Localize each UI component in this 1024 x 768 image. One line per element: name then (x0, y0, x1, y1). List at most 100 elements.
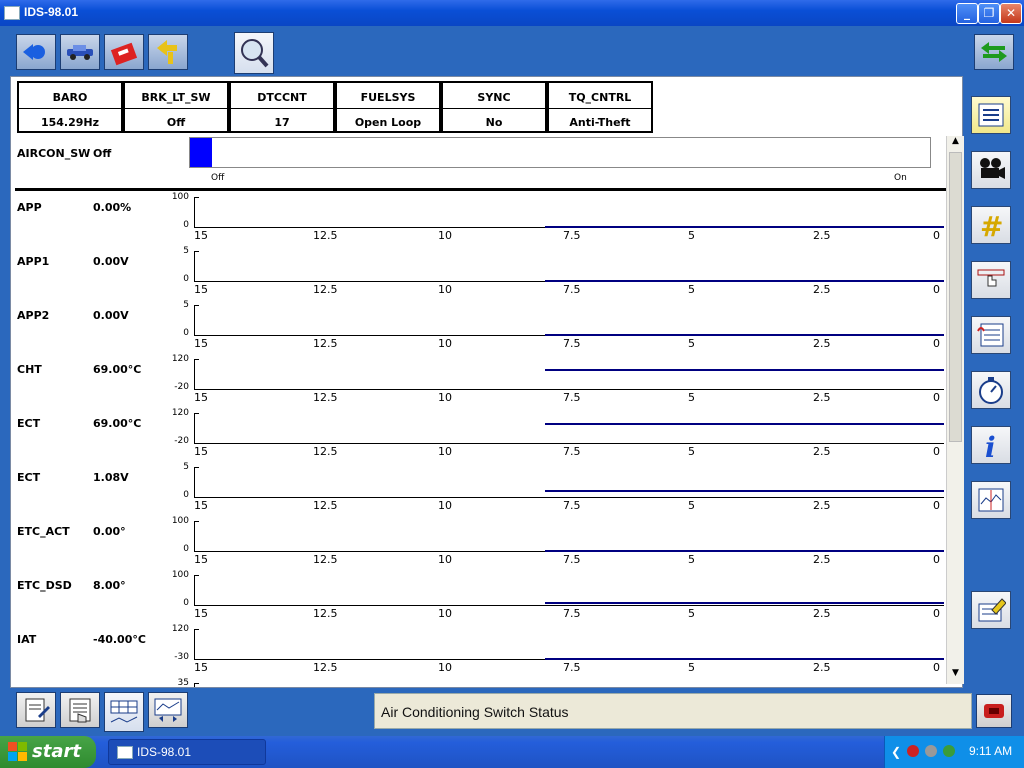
numeric-view-button[interactable]: # (971, 206, 1011, 244)
graph-x-tick-label: 12.5 (313, 445, 338, 458)
taskbar-app-icon (117, 746, 133, 759)
document-button[interactable] (16, 692, 56, 728)
pid-name: BARO (52, 91, 88, 104)
graph-x-tick-label: 0 (933, 499, 940, 512)
graph-trace (545, 658, 944, 660)
report-button[interactable] (971, 316, 1011, 354)
graph-x-tick-label: 0 (933, 283, 940, 296)
stopwatch-icon (979, 377, 1003, 404)
graph-trace (545, 550, 944, 552)
pid-list-button[interactable] (971, 96, 1011, 134)
tray-arrow-icon[interactable]: ❮ (891, 745, 901, 759)
graph-x-tick-label: 15 (194, 445, 208, 458)
graph-x-tick-label: 5 (688, 445, 695, 458)
playback-button[interactable] (148, 692, 188, 728)
graph-x-tick-label: 12.5 (313, 337, 338, 350)
timer-button[interactable] (971, 371, 1011, 409)
start-label: start (32, 741, 81, 762)
graph-x-tick-label: 15 (194, 391, 208, 404)
graph-x-tick-label: 15 (194, 283, 208, 296)
windows-logo-icon (8, 742, 27, 761)
graph-pid-name: ECT (17, 471, 41, 484)
section-divider (15, 188, 947, 191)
graph-x-tick-label: 10 (438, 661, 452, 674)
graph-x-tick-label: 2.5 (813, 337, 831, 350)
svg-text:i: i (985, 431, 996, 460)
tray-icon[interactable] (925, 745, 937, 757)
graph-x-tick-label: 10 (438, 553, 452, 566)
checklist-hand-icon (69, 698, 91, 723)
graph-trace (545, 369, 944, 371)
graph-y-axis (194, 197, 195, 227)
scroll-down-icon[interactable]: ▼ (947, 668, 964, 682)
pid-name: FUELSYS (360, 91, 416, 104)
pid-box-sync[interactable]: SYNC No (441, 81, 547, 133)
pid-box-fuelsys[interactable]: FUELSYS Open Loop (335, 81, 441, 133)
graph-ymin: 0 (183, 328, 189, 338)
back-button[interactable] (16, 34, 56, 70)
report-icon (977, 323, 1004, 347)
graph-x-tick-label: 2.5 (813, 553, 831, 566)
clock: 9:11 AM (969, 744, 1013, 758)
graph-y-tick (194, 683, 199, 684)
taskbar-app-label: IDS-98.01 (137, 745, 192, 759)
aircon-state-track[interactable] (189, 137, 931, 168)
graph-scale-button[interactable] (971, 481, 1011, 519)
record-button[interactable] (971, 151, 1011, 189)
graph-ymax: 120 (171, 354, 189, 364)
toolbox-button[interactable] (104, 34, 144, 70)
graph-x-tick-label: 10 (438, 391, 452, 404)
pid-value: Open Loop (354, 116, 422, 129)
vertical-scrollbar[interactable]: ▲ ▼ (946, 136, 964, 684)
disconnect-button[interactable] (976, 694, 1012, 728)
list-icon (978, 103, 1004, 127)
graph-x-tick-label: 5 (688, 229, 695, 242)
pid-select-button[interactable] (60, 692, 100, 728)
graph-y-axis (194, 413, 195, 443)
graph-x-tick-label: 5 (688, 499, 695, 512)
pid-name: TQ_CNTRL (568, 91, 632, 104)
graph-y-tick (194, 413, 199, 414)
graph-ymax: 5 (183, 300, 189, 310)
graph-view-tab[interactable] (104, 692, 144, 732)
aircon-name: AIRCON_SW (17, 147, 91, 160)
info-button[interactable]: i (971, 426, 1011, 464)
minimize-button[interactable]: _ (956, 3, 978, 24)
scroll-thumb[interactable] (949, 152, 962, 442)
graph-pid-name: ECT (17, 417, 41, 430)
aircon-on-label: On (894, 173, 907, 183)
network-icon[interactable] (943, 745, 955, 757)
erase-button[interactable] (971, 591, 1011, 629)
taskbar-app-button[interactable]: IDS-98.01 (108, 739, 266, 765)
pid-box-dtccnt[interactable]: DTCCNT 17 (229, 81, 335, 133)
navigate-button[interactable] (148, 34, 188, 70)
graph-x-tick-label: 2.5 (813, 283, 831, 296)
data-panel: BARO 154.29Hz BRK_LT_SW Off DTCCNT 17 FUELS… (10, 76, 963, 688)
scroll-up-icon[interactable]: ▲ (947, 136, 964, 150)
graph-pid-value: 0.00% (93, 201, 132, 214)
graph-pid-value: 0.00V (93, 255, 129, 268)
start-button[interactable]: start (0, 736, 96, 768)
graph-x-tick-label: 12.5 (313, 553, 338, 566)
graph-x-tick-label: 2.5 (813, 391, 831, 404)
graph-pid-name: IAT (17, 633, 37, 646)
pid-box-baro[interactable]: BARO 154.29Hz (17, 81, 123, 133)
graph-ymin: -30 (174, 652, 189, 662)
pid-box-brk-lt-sw[interactable]: BRK_LT_SW Off (123, 81, 229, 133)
swap-button[interactable] (974, 34, 1014, 70)
vehicle-button[interactable] (60, 34, 100, 70)
graph-x-tick-label: 15 (194, 229, 208, 242)
graph-ymax: 100 (171, 516, 189, 526)
graph-x-tick-label: 0 (933, 607, 940, 620)
close-button[interactable]: ✕ (1000, 3, 1022, 24)
graph-x-tick-label: 7.5 (563, 283, 581, 296)
graph-pid-name: ETC_DSD (17, 579, 72, 592)
graph-x-tick-label: 5 (688, 391, 695, 404)
trigger-button[interactable] (971, 261, 1011, 299)
eraser-icon (978, 598, 1006, 622)
connector-icon (984, 704, 1004, 718)
maximize-button[interactable]: ❐ (978, 3, 1000, 24)
pid-box-tq-cntrl[interactable]: TQ_CNTRL Anti-Theft (547, 81, 653, 133)
datalogger-tab[interactable] (234, 32, 274, 74)
security-shield-icon[interactable] (907, 745, 919, 757)
